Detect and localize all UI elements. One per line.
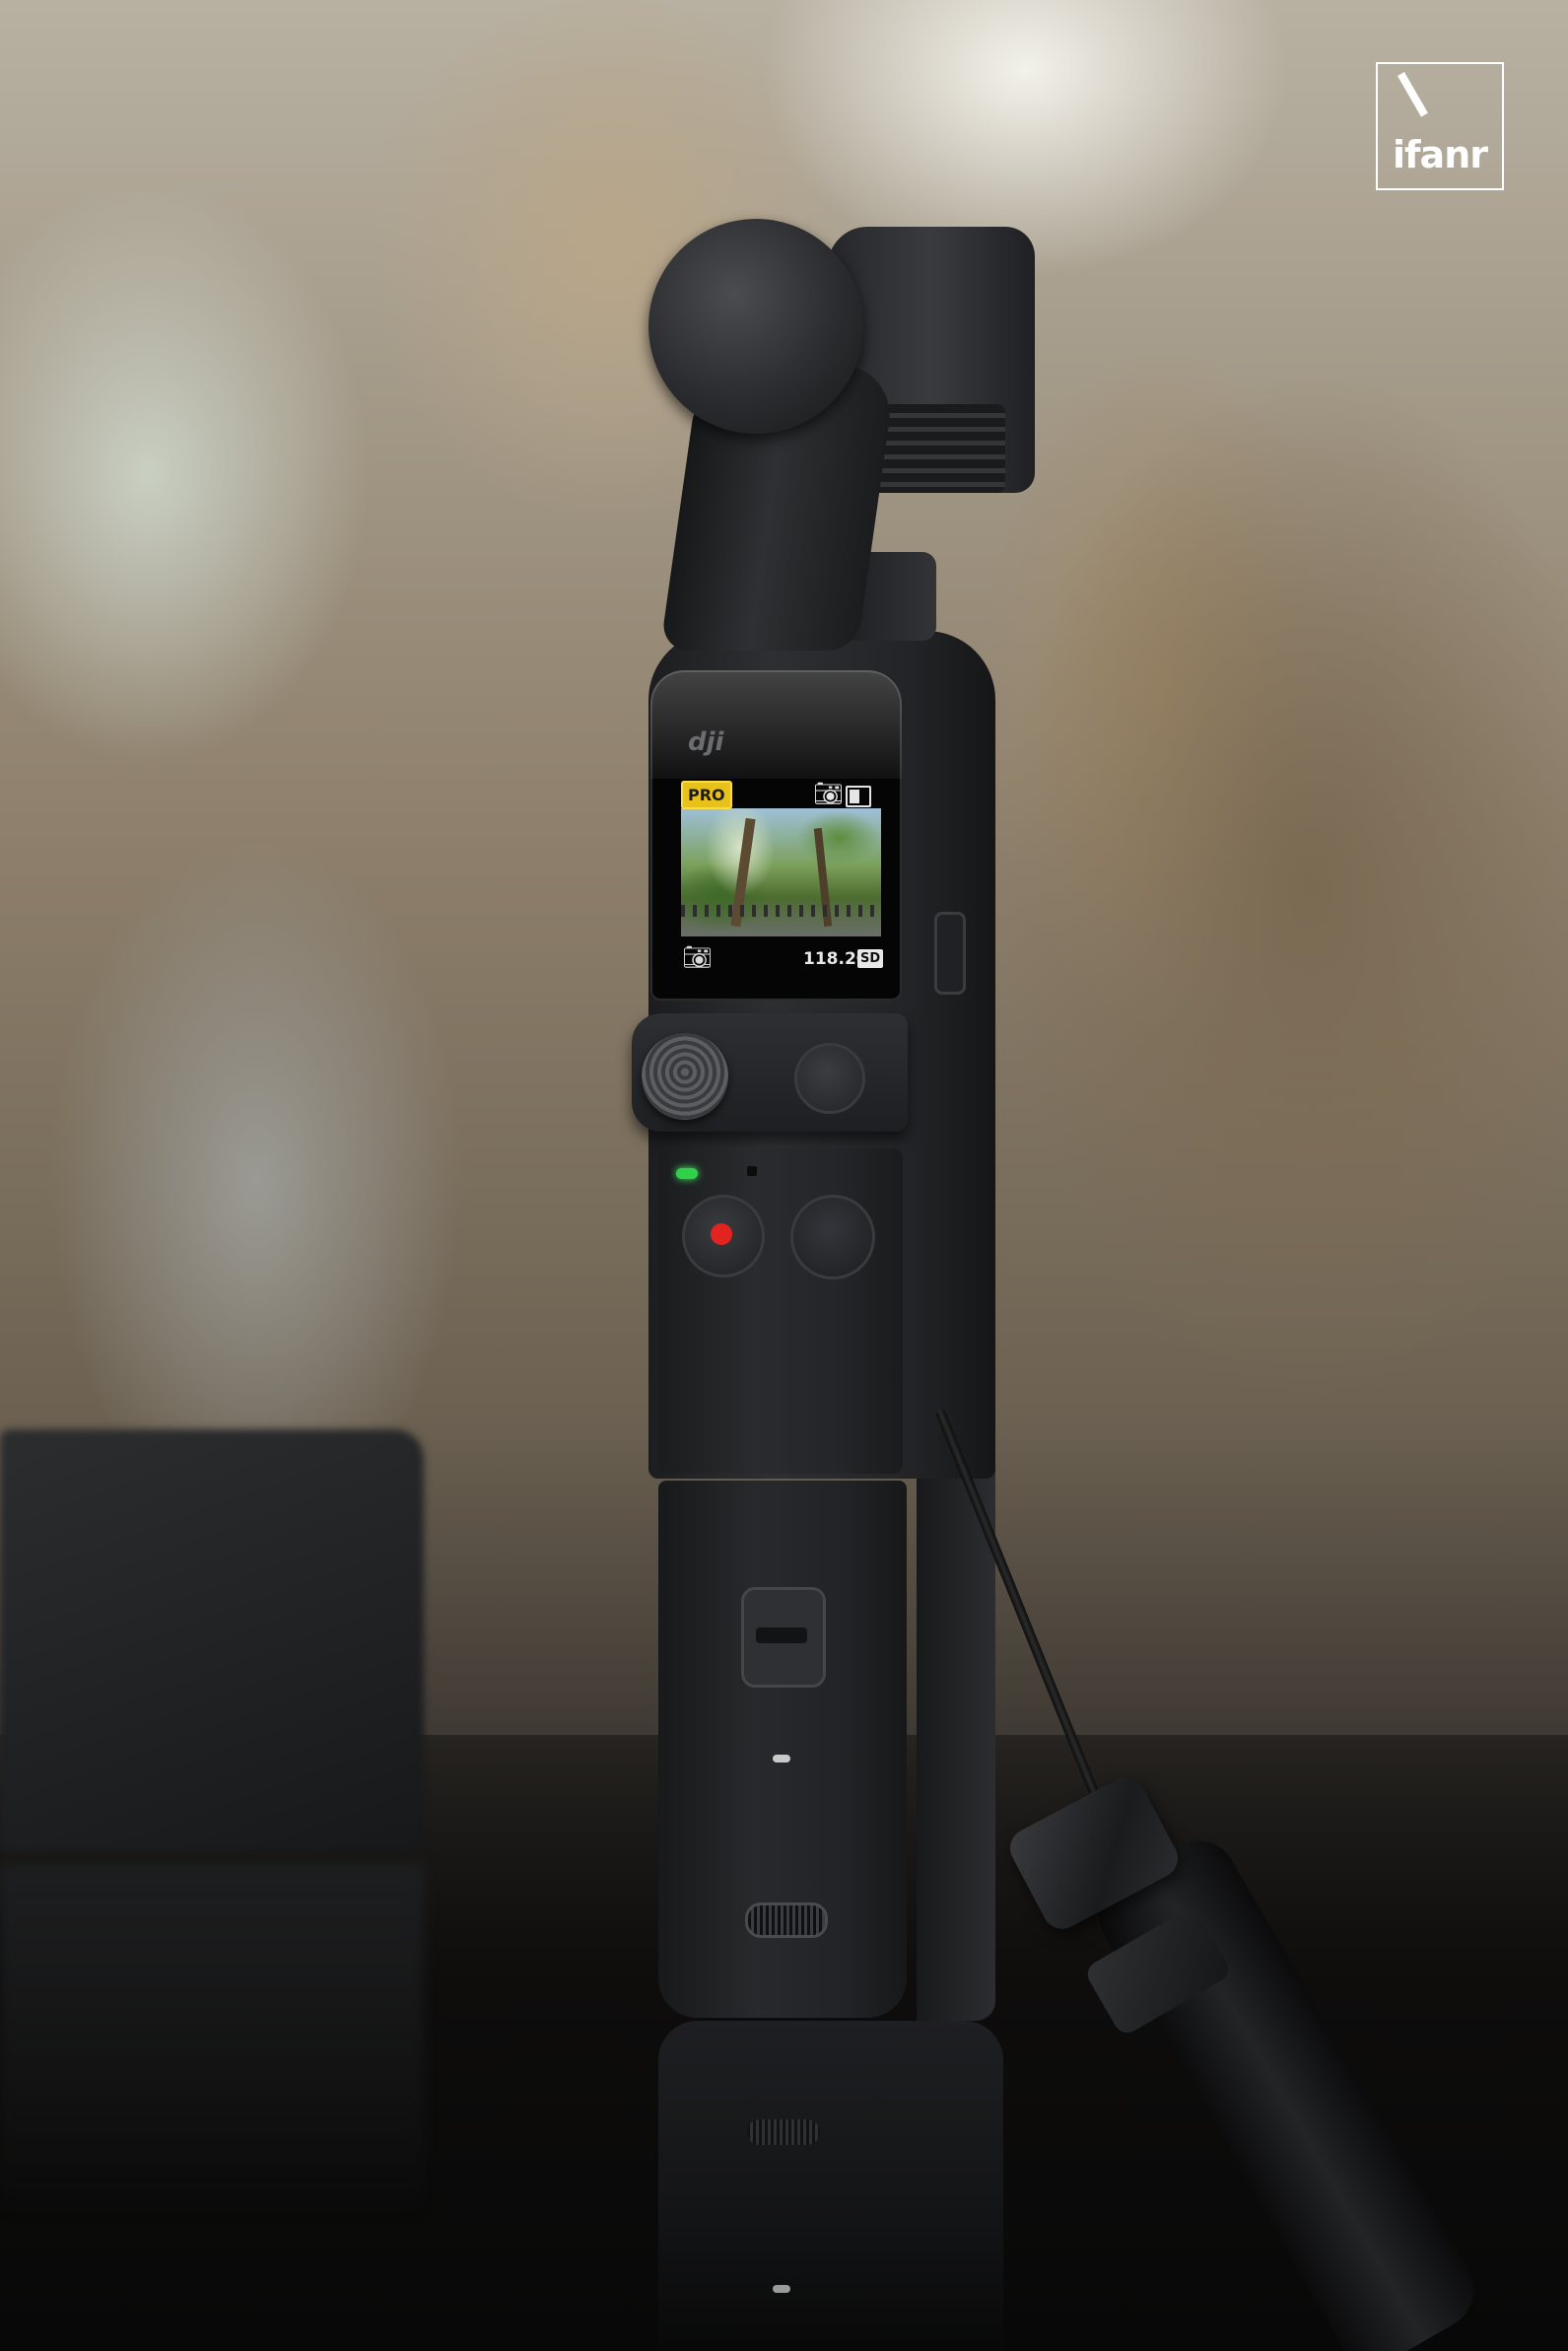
watermark-slash-icon — [1398, 72, 1428, 117]
blurred-accessory-case — [0, 1429, 424, 1853]
power-button[interactable] — [790, 1195, 875, 1279]
usb-port-cover[interactable] — [741, 1587, 826, 1688]
record-button[interactable] — [682, 1195, 765, 1278]
preview-fence — [681, 905, 881, 917]
microphone-hole — [747, 1166, 757, 1176]
indicator-light — [773, 1755, 790, 1763]
watermark-text: ifanr — [1393, 133, 1488, 176]
gimbal-motor-cap — [648, 219, 863, 434]
device-reflection — [658, 2021, 1003, 2351]
dji-logo: dji — [688, 727, 724, 757]
joystick[interactable] — [642, 1033, 728, 1120]
status-led — [676, 1168, 698, 1179]
live-preview-image — [681, 808, 881, 936]
grip-upper-panel — [658, 1148, 903, 1474]
battery-icon — [846, 786, 871, 807]
side-button[interactable] — [934, 912, 966, 995]
device-screen[interactable]: dji PRO 📷︎ 📷︎ 118.2G SD — [650, 670, 902, 1001]
control-module — [632, 1013, 908, 1132]
record-dot-icon — [711, 1223, 732, 1245]
ifanr-watermark: ifanr — [1376, 62, 1504, 190]
reflected-speaker-grille — [747, 2119, 820, 2145]
sd-card-badge: SD — [857, 949, 884, 968]
speaker-grille — [745, 1902, 828, 1938]
usb-port-slot — [756, 1627, 807, 1643]
screen-glare — [650, 670, 902, 779]
function-button[interactable] — [794, 1043, 865, 1114]
camera-icon[interactable]: 📷︎ — [682, 946, 712, 970]
accessory-reflection — [0, 1863, 424, 2218]
photo-scene: ifanr dji PRO 📷︎ 📷︎ 118.2G SD — [0, 0, 1568, 2351]
pro-mode-badge[interactable]: PRO — [681, 781, 732, 809]
camera-icon[interactable]: 📷︎ — [813, 783, 843, 806]
reflected-indicator-light — [773, 2285, 790, 2293]
